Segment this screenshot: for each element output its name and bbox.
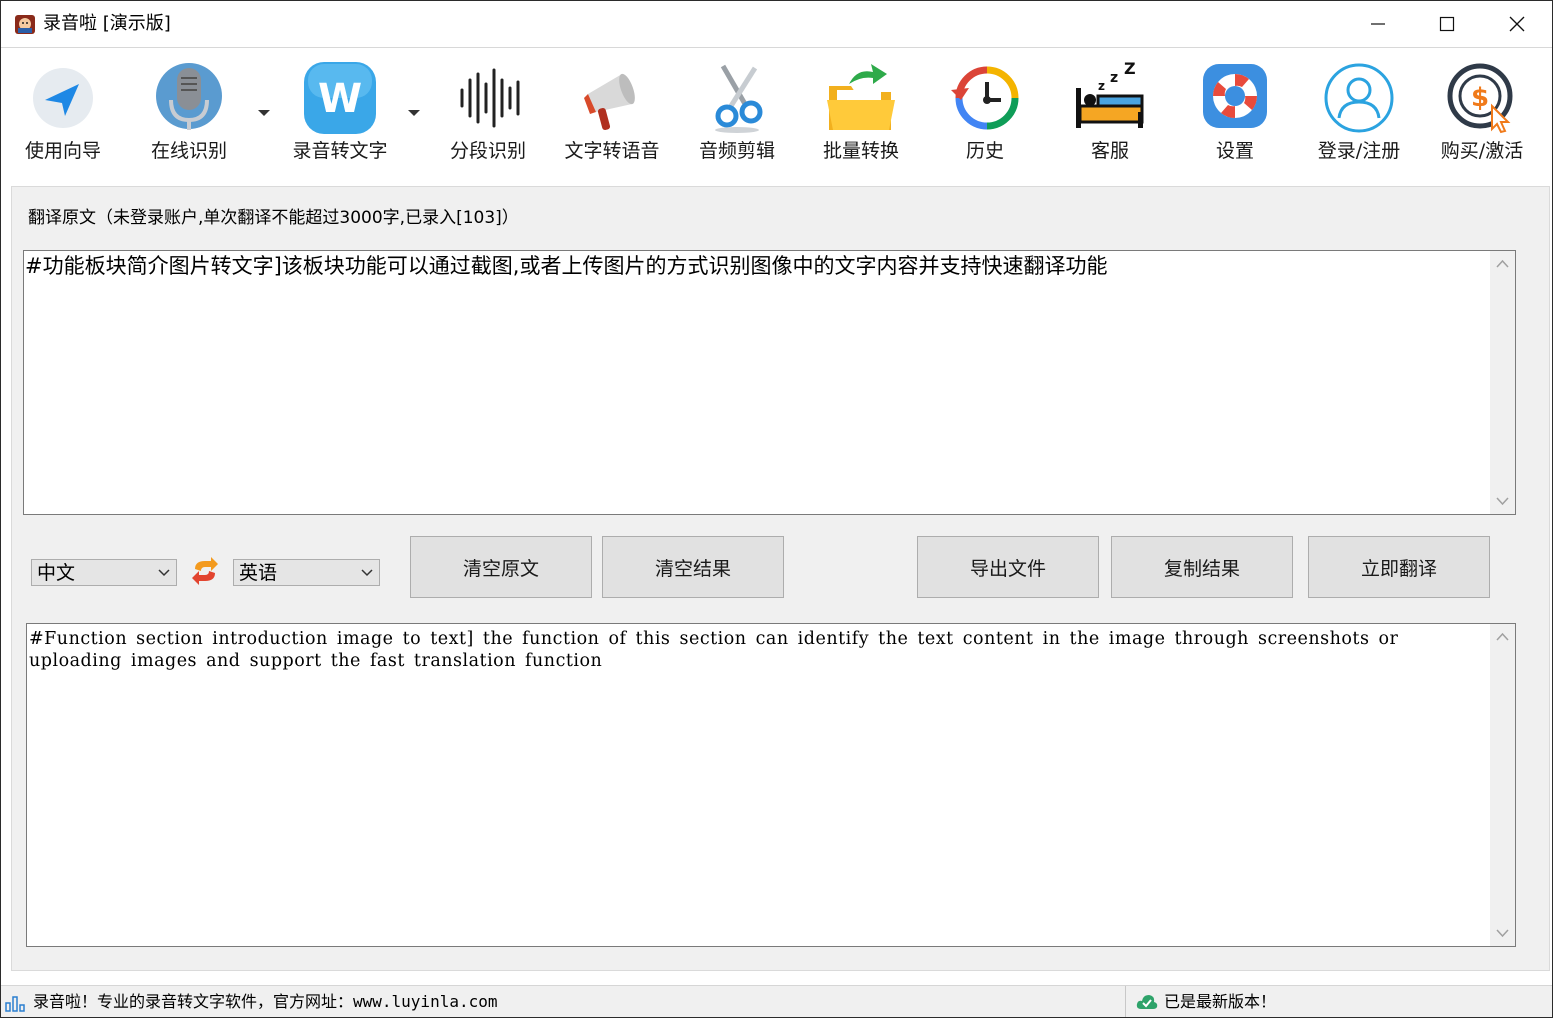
chevron-down-icon [361, 569, 373, 577]
close-icon [1509, 16, 1525, 32]
tool-history-button[interactable]: 历史 [925, 48, 1045, 178]
app-logo-icon [15, 15, 35, 34]
sleeping-bed-icon: z z Z [1076, 60, 1144, 128]
title-bar: 录音啦 [演示版] [1, 1, 1552, 47]
microphone-icon [156, 63, 222, 130]
tool-settings-button[interactable]: 设置 [1175, 48, 1295, 178]
cloud-check-icon [1136, 995, 1158, 1009]
source-text[interactable]: #功能板块简介图片转文字]该板块功能可以通过截图,或者上传图片的方式识别图像中的… [24, 251, 1485, 279]
target-language-value: 英语 [239, 562, 278, 584]
scroll-down-icon[interactable] [1496, 497, 1509, 506]
history-clock-icon [951, 66, 1019, 130]
tool-label: 录音转文字 [292, 140, 388, 162]
sound-wave-icon [460, 68, 520, 128]
export-file-button[interactable]: 导出文件 [917, 536, 1099, 598]
maximize-button[interactable] [1412, 1, 1482, 47]
status-right-section: 已是最新版本！ [1125, 986, 1552, 1017]
svg-text:z: z [1110, 70, 1118, 86]
close-button[interactable] [1482, 1, 1552, 47]
bar-chart-icon [5, 996, 25, 1012]
app-window: 录音啦 [演示版] 使用向导 在线识别 W 录音转文字 分段识别 文字转语音 音… [0, 0, 1553, 1018]
copy-result-button[interactable]: 复制结果 [1111, 536, 1293, 598]
source-language-select[interactable]: 中文 [31, 559, 177, 586]
source-scrollbar[interactable] [1490, 251, 1515, 514]
maximize-icon [1439, 16, 1455, 32]
tool-label: 在线识别 [150, 140, 227, 162]
scroll-up-icon[interactable] [1496, 259, 1509, 268]
svg-text:$: $ [1471, 83, 1489, 113]
scroll-down-icon[interactable] [1496, 929, 1509, 938]
tool-label: 分段识别 [449, 140, 526, 162]
tool-batch-convert-button[interactable]: 批量转换 [801, 48, 921, 178]
folder-arrow-icon [827, 64, 895, 130]
tool-label: 购买/激活 [1440, 140, 1524, 162]
clear-source-button[interactable]: 清空原文 [410, 536, 592, 598]
status-bar: 录音啦！专业的录音转文字软件，官方网址：www.luyinla.com 已是最新… [1, 985, 1552, 1017]
translate-now-button[interactable]: 立即翻译 [1308, 536, 1490, 598]
scroll-up-icon[interactable] [1496, 632, 1509, 641]
tool-text-to-speech-button[interactable]: 文字转语音 [552, 48, 672, 178]
tool-label: 音频剪辑 [698, 140, 775, 162]
tool-label: 批量转换 [822, 140, 899, 162]
result-scrollbar[interactable] [1490, 624, 1515, 946]
chevron-down-icon[interactable] [407, 108, 421, 118]
source-label: 翻译原文（未登录账户,单次翻译不能超过3000字,已录入[103]） [28, 208, 519, 228]
chevron-down-icon[interactable] [257, 108, 271, 118]
toolbar: 使用向导 在线识别 W 录音转文字 分段识别 文字转语音 音频剪辑 批量转换 历… [1, 48, 1552, 178]
tool-label: 历史 [965, 140, 1004, 162]
minimize-icon [1371, 23, 1385, 25]
tool-audio-to-text-button[interactable]: W 录音转文字 [280, 48, 400, 178]
source-textarea[interactable]: #功能板块简介图片转文字]该板块功能可以通过截图,或者上传图片的方式识别图像中的… [23, 250, 1516, 515]
tool-audio-edit-button[interactable]: 音频剪辑 [677, 48, 797, 178]
user-icon [1324, 63, 1394, 133]
tool-purchase-button[interactable]: $ 购买/激活 [1422, 48, 1542, 178]
svg-text:z: z [1098, 79, 1105, 93]
tool-segment-recognition-button[interactable]: 分段识别 [428, 48, 548, 178]
result-textarea[interactable]: #Function section introduction image to … [26, 623, 1516, 947]
clear-result-button[interactable]: 清空结果 [602, 536, 784, 598]
source-language-value: 中文 [37, 562, 76, 584]
navigation-arrow-icon [33, 68, 93, 128]
version-status: 已是最新版本！ [1164, 992, 1277, 1011]
tool-label: 登录/注册 [1317, 140, 1401, 162]
dollar-cursor-icon: $ [1447, 63, 1513, 134]
w-app-icon: W [304, 62, 376, 134]
result-text[interactable]: #Function section introduction image to … [28, 624, 1477, 672]
target-language-select[interactable]: 英语 [233, 559, 380, 586]
tool-label: 设置 [1215, 140, 1254, 162]
tool-label: 文字转语音 [564, 140, 660, 162]
megaphone-icon [584, 73, 635, 130]
status-message: 录音啦！专业的录音转文字软件，官方网址：www.luyinla.com [33, 992, 498, 1011]
scissors-icon [715, 64, 763, 133]
window-title: 录音啦 [演示版] [43, 13, 171, 34]
tool-login-button[interactable]: 登录/注册 [1299, 48, 1419, 178]
svg-text:W: W [318, 76, 362, 122]
status-left-section: 录音啦！专业的录音转文字软件，官方网址：www.luyinla.com [1, 986, 1124, 1017]
minimize-button[interactable] [1343, 1, 1413, 47]
tool-label: 客服 [1090, 140, 1129, 162]
tool-label: 使用向导 [24, 140, 101, 162]
chevron-down-icon [158, 569, 170, 577]
tool-online-recognition-button[interactable]: 在线识别 [129, 48, 249, 178]
swap-languages-icon[interactable] [189, 555, 221, 587]
tool-support-button[interactable]: z z Z 客服 [1050, 48, 1170, 178]
translation-panel: 翻译原文（未登录账户,单次翻译不能超过3000字,已录入[103]） #功能板块… [11, 186, 1550, 971]
lifebuoy-icon [1203, 64, 1267, 128]
svg-text:Z: Z [1124, 60, 1136, 78]
tool-guide-button[interactable]: 使用向导 [3, 48, 123, 178]
